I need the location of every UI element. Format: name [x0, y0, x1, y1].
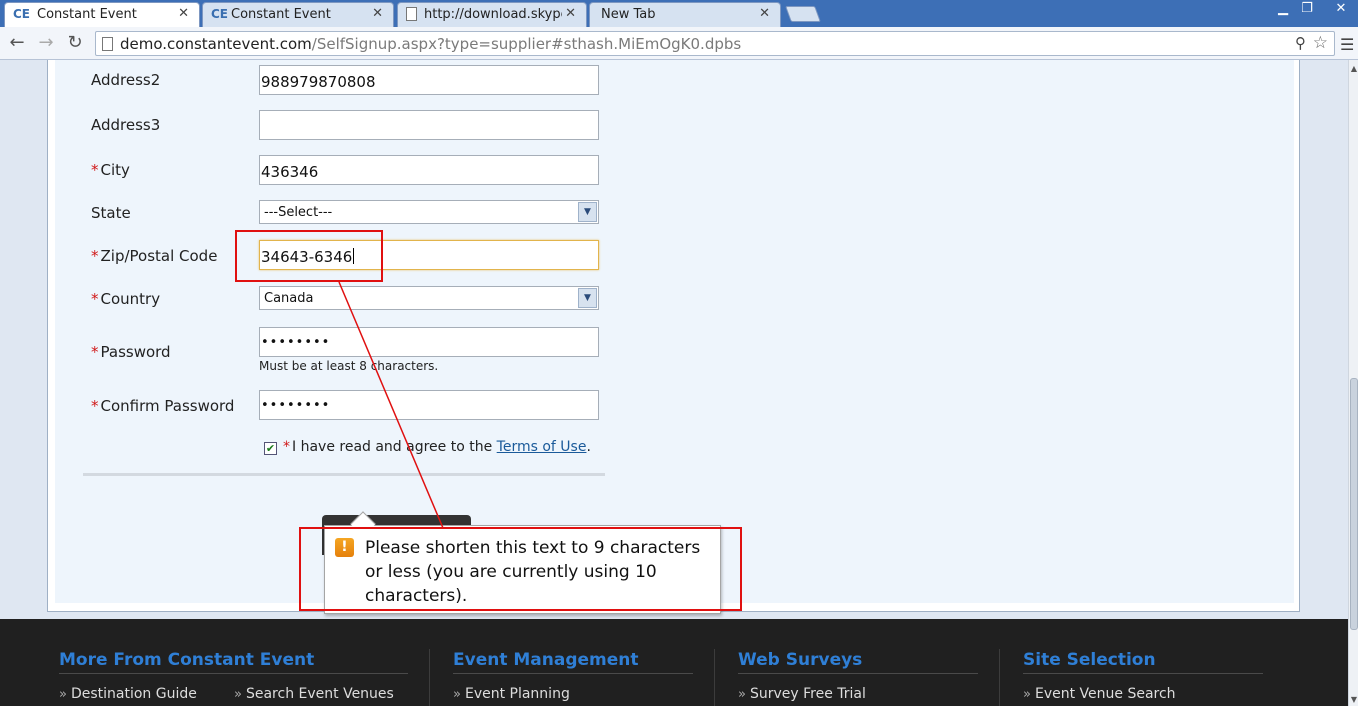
browser-tab-4[interactable]: New Tab ✕	[589, 2, 781, 27]
scroll-down-icon[interactable]: ▼	[1349, 695, 1358, 704]
new-tab-button[interactable]	[785, 6, 821, 22]
menu-icon[interactable]: ☰	[1340, 35, 1354, 54]
tab-label: http://download.skype.c	[424, 7, 562, 22]
close-tab-icon[interactable]: ✕	[372, 6, 383, 21]
page-viewport: Address2 988979870808 Address3 * City 436…	[0, 60, 1348, 706]
browser-toolbar: ← → ↻ demo.constantevent.com/SelfSignup.…	[0, 27, 1358, 60]
page-favicon-icon	[406, 7, 417, 21]
minimize-icon[interactable]: ▁	[1270, 0, 1296, 18]
scroll-up-icon[interactable]: ▲	[1349, 64, 1358, 73]
browser-tab-3[interactable]: http://download.skype.c ✕	[397, 2, 587, 27]
tab-label: New Tab	[601, 7, 656, 22]
ce-favicon-icon: CE	[13, 7, 31, 21]
close-tab-icon[interactable]: ✕	[178, 6, 189, 21]
close-tab-icon[interactable]: ✕	[565, 6, 576, 21]
forward-arrow-icon[interactable]: →	[34, 31, 58, 55]
vertical-scrollbar[interactable]: ▲ ▼	[1348, 60, 1358, 706]
close-window-icon[interactable]: ✕	[1328, 0, 1354, 18]
close-tab-icon[interactable]: ✕	[759, 6, 770, 21]
browser-tab-2[interactable]: CE Constant Event ✕	[202, 2, 394, 27]
restore-icon[interactable]: ❐	[1294, 0, 1320, 18]
url-text: demo.constantevent.com/SelfSignup.aspx?t…	[120, 35, 742, 53]
tab-label: Constant Event	[231, 7, 331, 22]
annotation-connector-line	[338, 281, 444, 529]
browser-tab-1[interactable]: CE Constant Event ✕	[4, 2, 200, 27]
ce-favicon-icon: CE	[211, 7, 229, 21]
bookmark-star-icon[interactable]: ☆	[1313, 33, 1328, 53]
tab-label: Constant Event	[37, 7, 137, 22]
scroll-thumb[interactable]	[1350, 378, 1358, 630]
page-icon	[102, 37, 113, 51]
browser-tab-bar: CE Constant Event ✕ CE Constant Event ✕ …	[0, 0, 1358, 27]
reload-icon[interactable]: ↻	[63, 31, 87, 55]
zoom-icon[interactable]: ⚲	[1295, 34, 1306, 52]
back-arrow-icon[interactable]: ←	[5, 31, 29, 55]
address-bar[interactable]: demo.constantevent.com/SelfSignup.aspx?t…	[95, 31, 1335, 56]
